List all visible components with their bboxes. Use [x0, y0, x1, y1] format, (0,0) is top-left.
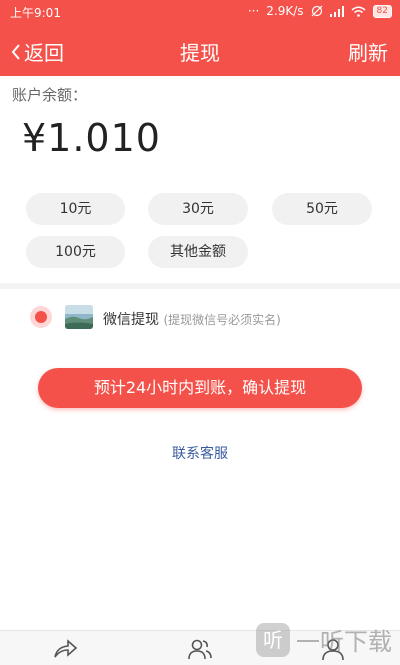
status-time: 上午9:01 — [10, 6, 61, 20]
wechat-withdraw-note: (提现微信号必须实名) — [163, 313, 281, 327]
nav-bar: 返回 提现 刷新 — [0, 26, 400, 74]
amount-option-10[interactable]: 10元 — [26, 193, 125, 225]
wechat-radio[interactable] — [30, 306, 52, 328]
amount-option-30[interactable]: 30元 — [148, 193, 248, 225]
status-bar: 上午9:01 ··· 2.9K/s 82 — [0, 0, 400, 24]
confirm-withdraw-button[interactable]: 预计24小时内到账，确认提现 — [38, 368, 362, 408]
page-title: 提现 — [180, 41, 220, 65]
group-icon[interactable] — [187, 637, 213, 661]
wifi-icon — [351, 6, 366, 17]
net-speed: 2.9K/s — [266, 4, 304, 18]
watermark-badge: 听 — [256, 622, 290, 657]
balance-amount: ¥1.010 — [22, 116, 161, 160]
wechat-withdraw-option[interactable]: 微信提现 (提现微信号必须实名) — [103, 309, 281, 329]
top-bar: 上午9:01 ··· 2.9K/s 82 返回 提现 刷新 — [0, 0, 400, 76]
share-icon[interactable] — [52, 637, 78, 661]
wechat-thumbnail — [65, 305, 93, 329]
refresh-button[interactable]: 刷新 — [348, 37, 388, 66]
signal-icon — [329, 5, 344, 17]
watermark-text: 一听下载 — [296, 628, 392, 656]
wechat-withdraw-label: 微信提现 — [103, 312, 159, 328]
section-divider — [0, 283, 400, 289]
contact-service-link[interactable]: 联系客服 — [0, 443, 400, 463]
status-dots: ··· — [247, 4, 260, 18]
watermark: 听 一听下载 — [256, 622, 392, 657]
battery-icon: 82 — [372, 4, 392, 18]
amount-option-100[interactable]: 100元 — [26, 236, 125, 268]
amount-option-50[interactable]: 50元 — [272, 193, 372, 225]
amount-option-other[interactable]: 其他金额 — [148, 236, 248, 268]
status-right: ··· 2.9K/s 82 — [248, 4, 392, 18]
balance-label: 账户余额： — [12, 86, 88, 104]
silent-icon — [311, 5, 322, 17]
